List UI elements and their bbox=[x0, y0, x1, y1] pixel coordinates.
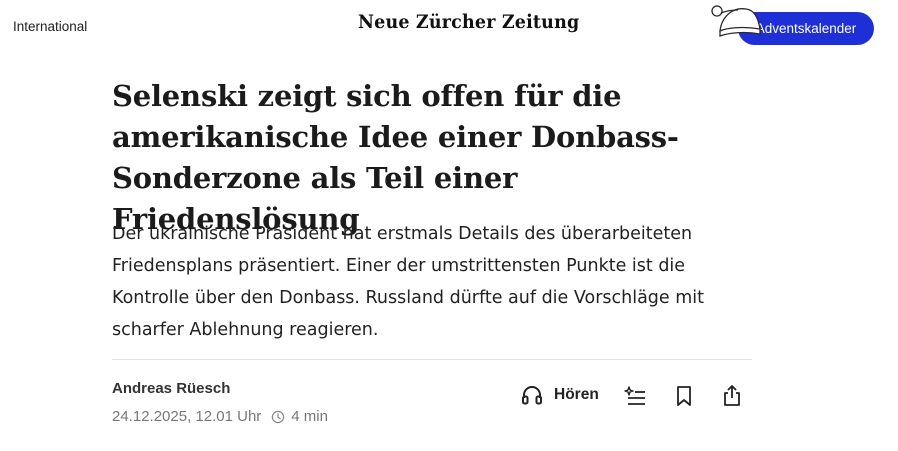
bookmark-icon bbox=[677, 386, 691, 406]
publish-date: 24.12.2025, 12.01 Uhr bbox=[112, 408, 262, 425]
article-lead: Der ukrainische Präsident hat erstmals D… bbox=[112, 224, 705, 340]
share-button[interactable] bbox=[719, 383, 745, 409]
summary-button[interactable] bbox=[622, 383, 648, 409]
headphones-icon bbox=[522, 386, 542, 405]
share-icon bbox=[724, 385, 740, 406]
santa-hat-icon bbox=[711, 5, 761, 37]
advent-calendar-promo: Adventskalender bbox=[708, 1, 878, 45]
reading-time: 4 min bbox=[291, 408, 328, 425]
article-page: International Neue Zürcher Zeitung Adven… bbox=[0, 0, 898, 451]
bookmark-button[interactable] bbox=[671, 383, 697, 409]
article-title: Selenski zeigt sich offen für die amerik… bbox=[112, 79, 679, 236]
article-meta: 24.12.2025, 12.01 Uhr 4 min bbox=[112, 408, 328, 425]
section-link-international[interactable]: International bbox=[13, 19, 87, 34]
author-name[interactable]: Andreas Rüesch bbox=[112, 380, 230, 397]
listen-label: Hören bbox=[554, 386, 599, 403]
divider bbox=[112, 359, 752, 360]
listen-button[interactable]: Hören bbox=[520, 383, 599, 407]
site-logo[interactable]: Neue Zürcher Zeitung bbox=[358, 11, 579, 33]
clock-icon bbox=[272, 410, 285, 423]
summary-sparkle-icon bbox=[624, 386, 645, 405]
